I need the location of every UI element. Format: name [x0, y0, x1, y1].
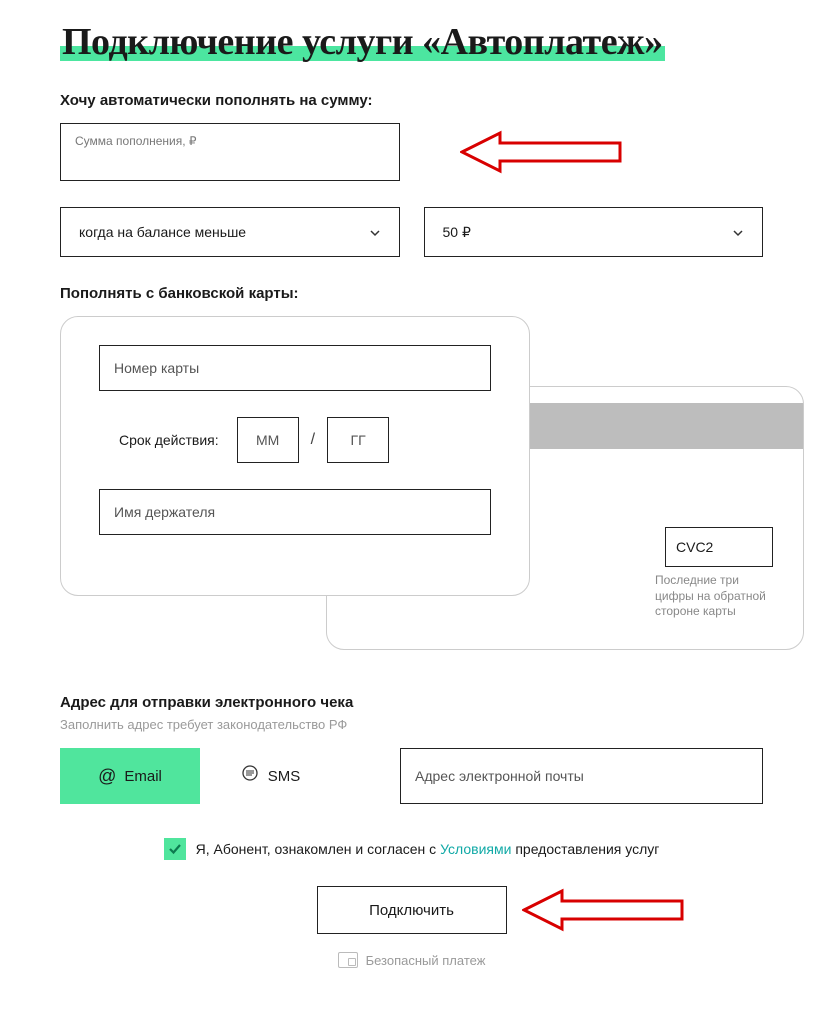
expiry-year-input[interactable]: ГГ: [327, 417, 389, 463]
page-title: Подключение услуги «Автоплатеж»: [60, 21, 665, 63]
annotation-arrow-2: [522, 887, 692, 933]
submit-button[interactable]: Подключить: [317, 886, 507, 934]
expiry-month-input[interactable]: ММ: [237, 417, 299, 463]
card-section-label: Пополнять с банковской карты:: [60, 285, 763, 302]
terms-link[interactable]: Условиями: [440, 841, 511, 857]
at-icon: @: [98, 766, 116, 787]
chevron-down-icon: [732, 226, 744, 238]
agreement-prefix: Я, Абонент, ознакомлен и согласен с: [196, 841, 440, 857]
card-number-placeholder: Номер карты: [114, 360, 199, 376]
chevron-down-icon: [369, 226, 381, 238]
threshold-value: 50 ₽: [443, 224, 471, 241]
mm-placeholder: ММ: [256, 432, 279, 448]
amount-input[interactable]: Сумма пополнения, ₽: [60, 123, 400, 181]
cardholder-input[interactable]: Имя держателя: [99, 489, 491, 535]
card-front: Номер карты Срок действия: ММ / ГГ Имя д…: [60, 316, 530, 596]
email-input[interactable]: Адрес электронной почты: [400, 748, 763, 804]
tab-email-label: Email: [124, 768, 162, 785]
tab-email[interactable]: @ Email: [60, 748, 200, 804]
cvc-placeholder: CVC2: [676, 539, 713, 555]
amount-placeholder: Сумма пополнения, ₽: [75, 134, 197, 148]
cvc-hint: Последние три цифры на обратной стороне …: [655, 573, 773, 620]
email-placeholder: Адрес электронной почты: [415, 768, 584, 784]
condition-value: когда на балансе меньше: [79, 224, 246, 240]
receipt-subtitle: Заполнить адрес требует законодательство…: [60, 717, 763, 732]
agreement-checkbox[interactable]: [164, 838, 186, 860]
cvc-input[interactable]: CVC2: [665, 527, 773, 567]
receipt-title: Адрес для отправки электронного чека: [60, 694, 763, 711]
agreement-suffix: предоставления услуг: [511, 841, 659, 857]
condition-select[interactable]: когда на балансе меньше: [60, 207, 400, 257]
annotation-arrow-1: [460, 129, 630, 175]
yy-placeholder: ГГ: [350, 432, 365, 448]
tab-sms[interactable]: SMS: [200, 748, 340, 804]
submit-label: Подключить: [369, 902, 454, 919]
amount-label: Хочу автоматически пополнять на сумму:: [60, 92, 763, 109]
expiry-label: Срок действия:: [119, 432, 219, 448]
threshold-select[interactable]: 50 ₽: [424, 207, 764, 257]
speech-bubble-icon: [240, 764, 260, 789]
secure-label: Безопасный платеж: [366, 953, 486, 968]
lock-card-icon: [338, 952, 358, 968]
agreement-text: Я, Абонент, ознакомлен и согласен с Усло…: [196, 841, 660, 857]
expiry-separator: /: [311, 431, 315, 449]
tab-sms-label: SMS: [268, 768, 301, 785]
holder-placeholder: Имя держателя: [114, 504, 215, 520]
card-number-input[interactable]: Номер карты: [99, 345, 491, 391]
